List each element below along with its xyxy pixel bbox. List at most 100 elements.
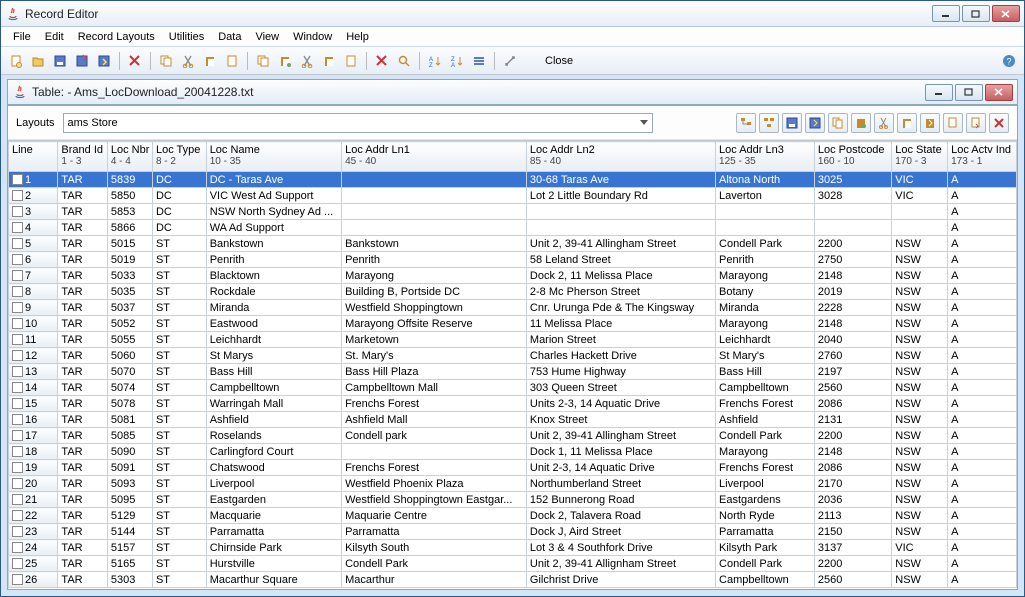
cell[interactable]: Marayong — [716, 268, 815, 284]
cell[interactable]: ST — [152, 380, 206, 396]
cell[interactable]: A — [948, 348, 1017, 364]
cell[interactable]: 5052 — [107, 316, 152, 332]
col-header[interactable]: Loc Addr Ln285 - 40 — [526, 142, 715, 172]
cell[interactable]: Bankstown — [206, 236, 341, 252]
paste-special-icon[interactable] — [276, 52, 294, 70]
cell[interactable]: 2148 — [814, 444, 891, 460]
cell[interactable]: ST — [152, 492, 206, 508]
cell[interactable]: Hurstville — [206, 556, 341, 572]
cell[interactable]: 5078 — [107, 396, 152, 412]
cell[interactable]: 303 Queen Street — [526, 380, 715, 396]
cell[interactable]: TAR — [58, 524, 107, 540]
cell[interactable] — [342, 188, 527, 204]
cell[interactable]: 11 — [9, 332, 58, 348]
cell[interactable]: 5165 — [107, 556, 152, 572]
cell[interactable]: Condell park — [342, 428, 527, 444]
cell[interactable]: NSW — [892, 556, 948, 572]
cell[interactable]: Charles Hackett Drive — [526, 348, 715, 364]
menu-record-layouts[interactable]: Record Layouts — [72, 30, 161, 44]
col-header[interactable]: Brand Id1 - 3 — [58, 142, 107, 172]
cell[interactable]: A — [948, 476, 1017, 492]
cell[interactable]: DC — [152, 188, 206, 204]
cell[interactable]: A — [948, 460, 1017, 476]
table-row[interactable]: 3TAR5853DCNSW North Sydney Ad ...A — [9, 204, 1017, 220]
table-row[interactable]: 16TAR5081STAshfieldAshfield MallKnox Str… — [9, 412, 1017, 428]
cell[interactable]: TAR — [58, 188, 107, 204]
cell[interactable]: VIC — [892, 188, 948, 204]
cell[interactable]: 2200 — [814, 236, 891, 252]
cell[interactable]: 21 — [9, 492, 58, 508]
cell[interactable]: TAR — [58, 380, 107, 396]
col-header[interactable]: Loc Type8 - 2 — [152, 142, 206, 172]
cell[interactable]: ST — [152, 540, 206, 556]
new-file-icon[interactable] — [7, 52, 25, 70]
cell[interactable]: WA Ad Support — [206, 220, 341, 236]
cell[interactable]: 5081 — [107, 412, 152, 428]
cell[interactable]: ST — [152, 236, 206, 252]
cell[interactable]: NSW — [892, 252, 948, 268]
cut2-icon[interactable] — [298, 52, 316, 70]
delete-icon[interactable] — [989, 113, 1009, 133]
cell[interactable]: 5866 — [107, 220, 152, 236]
cell[interactable]: Marion Street — [526, 332, 715, 348]
cell[interactable]: 5129 — [107, 508, 152, 524]
cell[interactable]: 2148 — [814, 268, 891, 284]
cell[interactable]: 5019 — [107, 252, 152, 268]
cell[interactable]: TAR — [58, 428, 107, 444]
cell[interactable]: TAR — [58, 348, 107, 364]
cell[interactable]: A — [948, 236, 1017, 252]
cell[interactable] — [814, 220, 891, 236]
cell[interactable]: Unit 2-3, 14 Aquatic Drive — [526, 460, 715, 476]
cell[interactable]: A — [948, 412, 1017, 428]
paste-icon[interactable] — [201, 52, 219, 70]
cell[interactable]: ST — [152, 476, 206, 492]
cell[interactable]: A — [948, 380, 1017, 396]
col-header[interactable]: Line — [9, 142, 58, 172]
cell[interactable]: ST — [152, 284, 206, 300]
cell[interactable]: 6 — [9, 252, 58, 268]
cell[interactable]: NSW — [892, 284, 948, 300]
row-checkbox[interactable] — [12, 366, 23, 377]
cell[interactable]: A — [948, 572, 1017, 588]
row-checkbox[interactable] — [12, 254, 23, 265]
cell[interactable]: Botany — [716, 284, 815, 300]
cell[interactable]: TAR — [58, 444, 107, 460]
cell[interactable]: Westfield Shoppingtown — [342, 300, 527, 316]
cell[interactable] — [716, 204, 815, 220]
cell[interactable]: Frenchs Forest — [716, 396, 815, 412]
cell[interactable]: NSW — [892, 268, 948, 284]
delete2-icon[interactable] — [373, 52, 391, 70]
cell[interactable]: VIC West Ad Support — [206, 188, 341, 204]
cell[interactable]: A — [948, 268, 1017, 284]
cell[interactable]: NSW — [892, 428, 948, 444]
cell[interactable]: NSW — [892, 236, 948, 252]
new-below-icon[interactable] — [966, 113, 986, 133]
cell[interactable]: North Ryde — [716, 508, 815, 524]
filter-icon[interactable] — [470, 52, 488, 70]
cell[interactable]: ST — [152, 412, 206, 428]
cell[interactable]: 13 — [9, 364, 58, 380]
col-header[interactable]: Loc Name10 - 35 — [206, 142, 341, 172]
table-row[interactable]: 8TAR5035STRockdaleBuilding B, Portside D… — [9, 284, 1017, 300]
cell[interactable] — [526, 204, 715, 220]
cut-icon[interactable] — [179, 52, 197, 70]
cell[interactable]: ST — [152, 460, 206, 476]
cell[interactable]: 2200 — [814, 428, 891, 444]
cell[interactable]: Macarthur Square — [206, 572, 341, 588]
cell[interactable]: Macarthur — [342, 572, 527, 588]
table-row[interactable]: 13TAR5070STBass HillBass Hill Plaza753 H… — [9, 364, 1017, 380]
cell[interactable] — [342, 204, 527, 220]
cell[interactable]: 15 — [9, 396, 58, 412]
cell[interactable]: Campbelltown — [206, 380, 341, 396]
cell[interactable]: St. Mary's — [342, 348, 527, 364]
table-row[interactable]: 20TAR5093STLiverpoolWestfield Phoenix Pl… — [9, 476, 1017, 492]
cell[interactable]: TAR — [58, 540, 107, 556]
cell[interactable]: NSW — [892, 460, 948, 476]
cell[interactable]: Frenchs Forest — [342, 396, 527, 412]
cell[interactable]: NSW — [892, 412, 948, 428]
cell[interactable]: Penrith — [342, 252, 527, 268]
cell[interactable]: NSW — [892, 492, 948, 508]
cell[interactable]: TAR — [58, 572, 107, 588]
cell[interactable] — [526, 220, 715, 236]
cell[interactable]: A — [948, 396, 1017, 412]
